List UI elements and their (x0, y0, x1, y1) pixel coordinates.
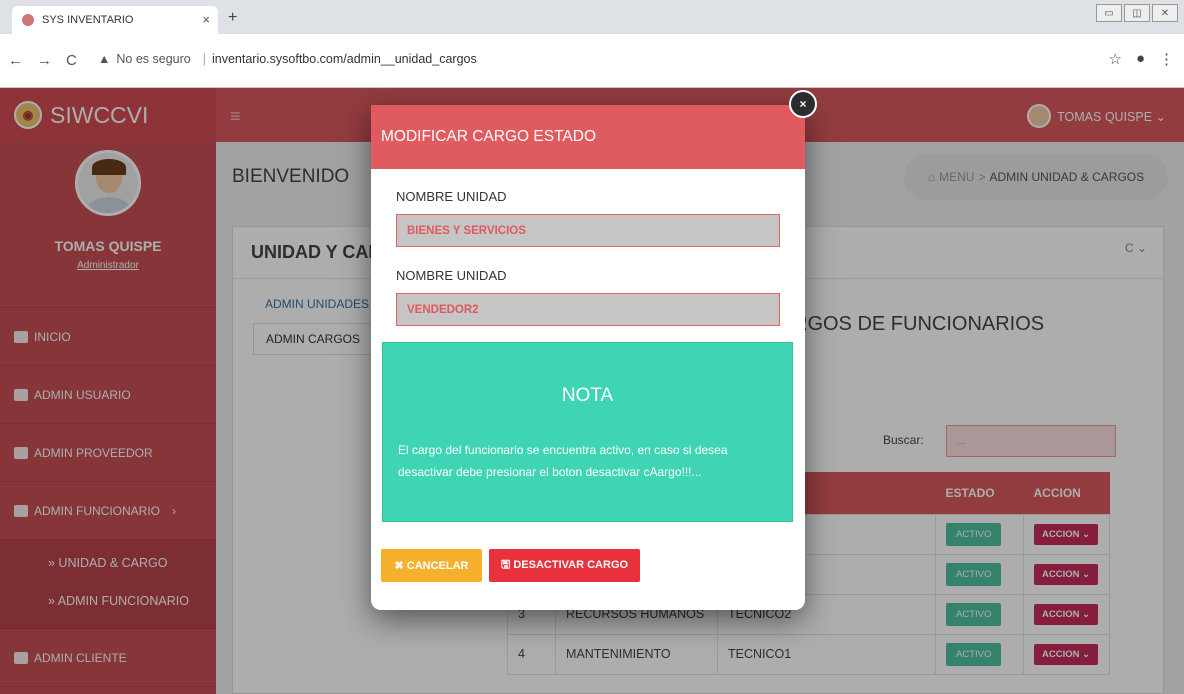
url-text: inventario.sysoftbo.com/admin__unidad_ca… (211, 52, 477, 66)
address-bar: ← → C ▲ No es seguro | inventario.sysoft… (0, 34, 1184, 88)
minimize-icon[interactable]: ▭ (1096, 4, 1122, 22)
tab-title: SYS INVENTARIO (42, 14, 134, 26)
back-icon[interactable]: ← (8, 52, 23, 69)
favicon-icon (22, 14, 34, 26)
close-window-icon[interactable]: ✕ (1152, 4, 1178, 22)
modal-title: MODIFICAR CARGO ESTADO (371, 105, 805, 169)
warning-icon: ▲ (98, 52, 111, 66)
forward-icon[interactable]: → (37, 52, 52, 69)
maximize-icon[interactable]: ◫ (1124, 4, 1150, 22)
window-controls: ▭ ◫ ✕ (1096, 4, 1178, 22)
modify-cargo-modal: MODIFICAR CARGO ESTADO NOMBRE UNIDAD BIE… (371, 105, 805, 610)
browser-tab[interactable]: SYS INVENTARIO × (12, 6, 218, 34)
nombre-cargo-field[interactable]: VENDEDOR2 (396, 293, 780, 326)
nota-box: NOTA El cargo del funcionario se encuent… (382, 342, 793, 522)
not-secure-label: No es seguro (116, 52, 191, 66)
bookmark-star-icon[interactable]: ☆ (1108, 50, 1121, 68)
browser-tab-bar: SYS INVENTARIO × + ▭ ◫ ✕ (0, 0, 1184, 34)
nota-title: NOTA (561, 385, 614, 406)
nombre-cargo-label: NOMBRE UNIDAD (396, 268, 507, 283)
close-icon[interactable]: × (789, 90, 817, 118)
url-field[interactable]: ▲ No es seguro | inventario.sysoftbo.com… (98, 52, 477, 66)
cancel-button[interactable]: ✖ CANCELAR (381, 549, 482, 582)
new-tab-icon[interactable]: + (228, 9, 237, 27)
close-tab-icon[interactable]: × (202, 12, 210, 27)
profile-icon[interactable]: ● (1136, 50, 1145, 68)
reload-icon[interactable]: C (66, 52, 77, 69)
nombre-unidad-field[interactable]: BIENES Y SERVICIOS (396, 214, 780, 247)
deactivate-cargo-button[interactable]: 🖫 DESACTIVAR CARGO (489, 549, 640, 582)
nota-text: El cargo del funcionario se encuentra ac… (398, 443, 728, 479)
browser-menu-icon[interactable]: ⋮ (1159, 50, 1174, 68)
nombre-unidad-label: NOMBRE UNIDAD (396, 189, 507, 204)
url-separator: | (202, 52, 206, 66)
